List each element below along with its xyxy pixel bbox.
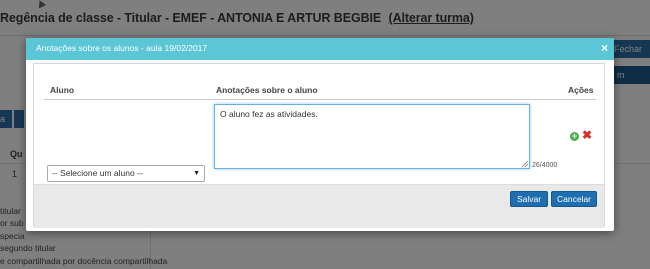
cancel-button[interactable]: Cancelar [551, 191, 597, 207]
column-header-actions: Ações [568, 85, 594, 95]
modal-header: Anotações sobre os alunos - aula 19/02/2… [26, 38, 614, 60]
modal-title: Anotações sobre os alunos - aula 19/02/2… [36, 43, 208, 53]
chevron-down-icon: ▼ [193, 170, 200, 177]
modal-footer: Salvar Cancelar [34, 184, 604, 228]
resize-handle-icon[interactable] [522, 161, 528, 167]
modal-body: Aluno Anotações sobre o aluno Ações -- S… [33, 63, 605, 228]
student-select-value: -- Selecione um aluno -- [52, 168, 143, 178]
student-notes-modal: Anotações sobre os alunos - aula 19/02/2… [26, 38, 614, 231]
plus-circle-icon[interactable]: + [570, 132, 579, 141]
column-header-student: Aluno [50, 85, 75, 95]
character-counter: 26/4000 [532, 162, 558, 169]
note-textarea[interactable]: O aluno fez as atividades. [214, 104, 530, 169]
close-icon[interactable]: × [601, 41, 608, 55]
note-text: O aluno fez as atividades. [220, 109, 318, 119]
student-select[interactable]: -- Selecione um aluno -- ▼ [47, 165, 205, 182]
x-icon[interactable]: ✖ [582, 129, 592, 142]
column-header-notes: Anotações sobre o aluno [216, 85, 318, 95]
header-divider [44, 99, 596, 100]
save-button[interactable]: Salvar [510, 191, 548, 207]
